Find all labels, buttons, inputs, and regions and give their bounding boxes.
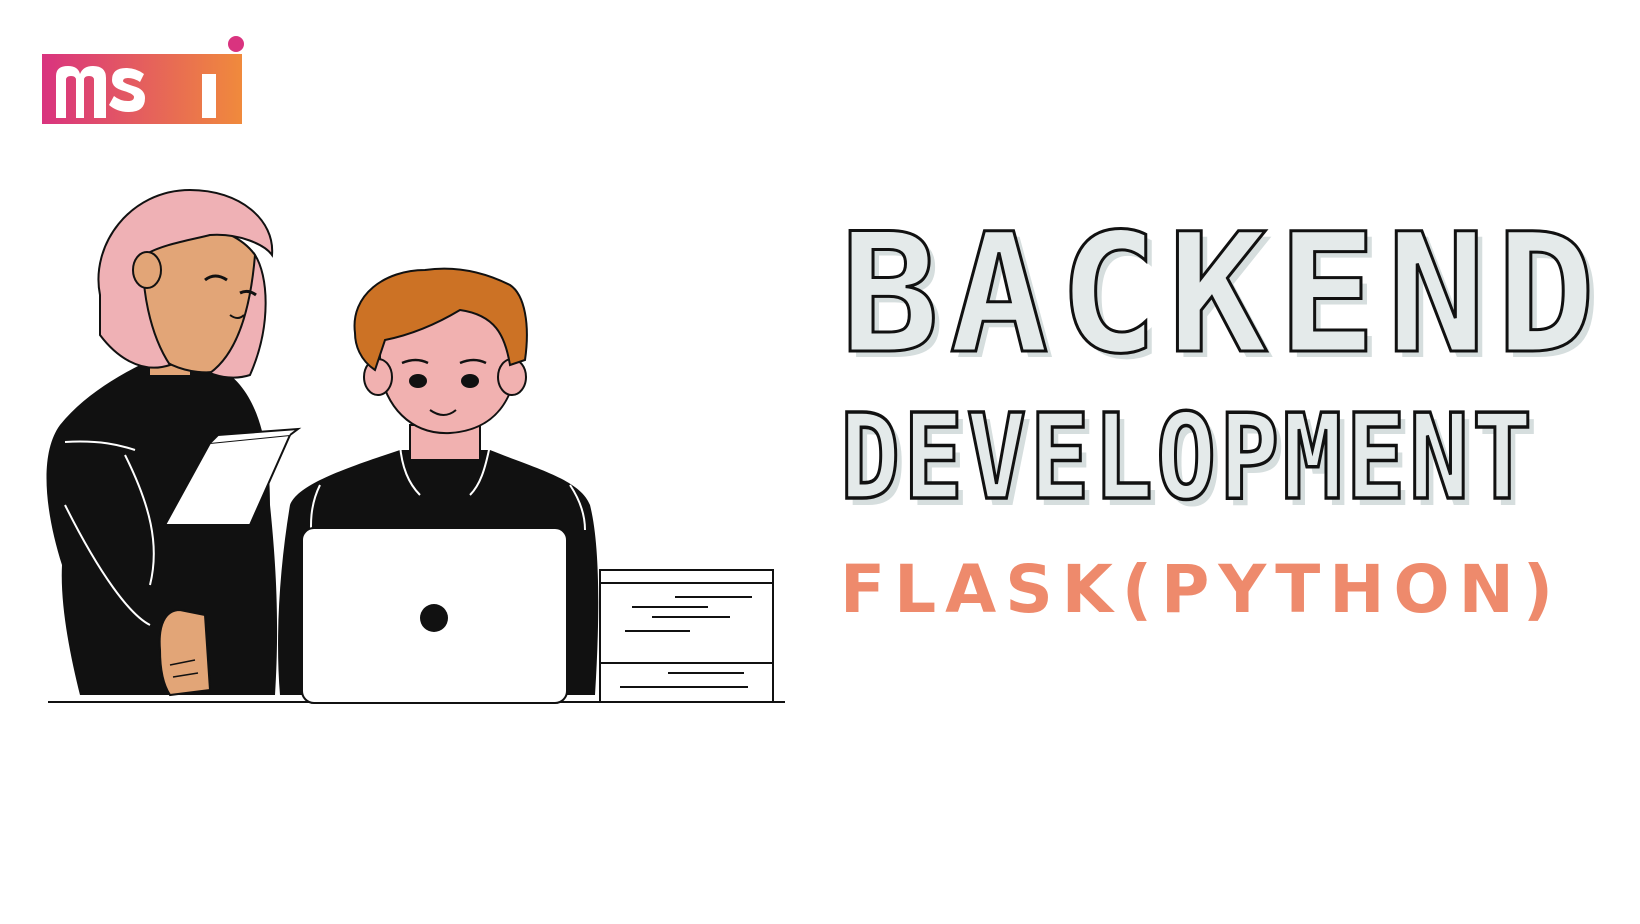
woman-hand — [158, 608, 212, 697]
msi-logo — [42, 36, 244, 124]
people-working-illustration — [46, 188, 785, 704]
document-tray-icon — [599, 569, 774, 703]
headline-subtitle: FLASK(PYTHON) — [840, 551, 1562, 628]
headline-line-1: BACKEND — [839, 198, 1606, 390]
laptop-logo-icon — [420, 604, 448, 632]
headline-line-2: DEVELOPMENT — [839, 388, 1536, 527]
headline-block: BACKEND DEVELOPMENT FLASK(PYTHON) — [839, 198, 1630, 628]
